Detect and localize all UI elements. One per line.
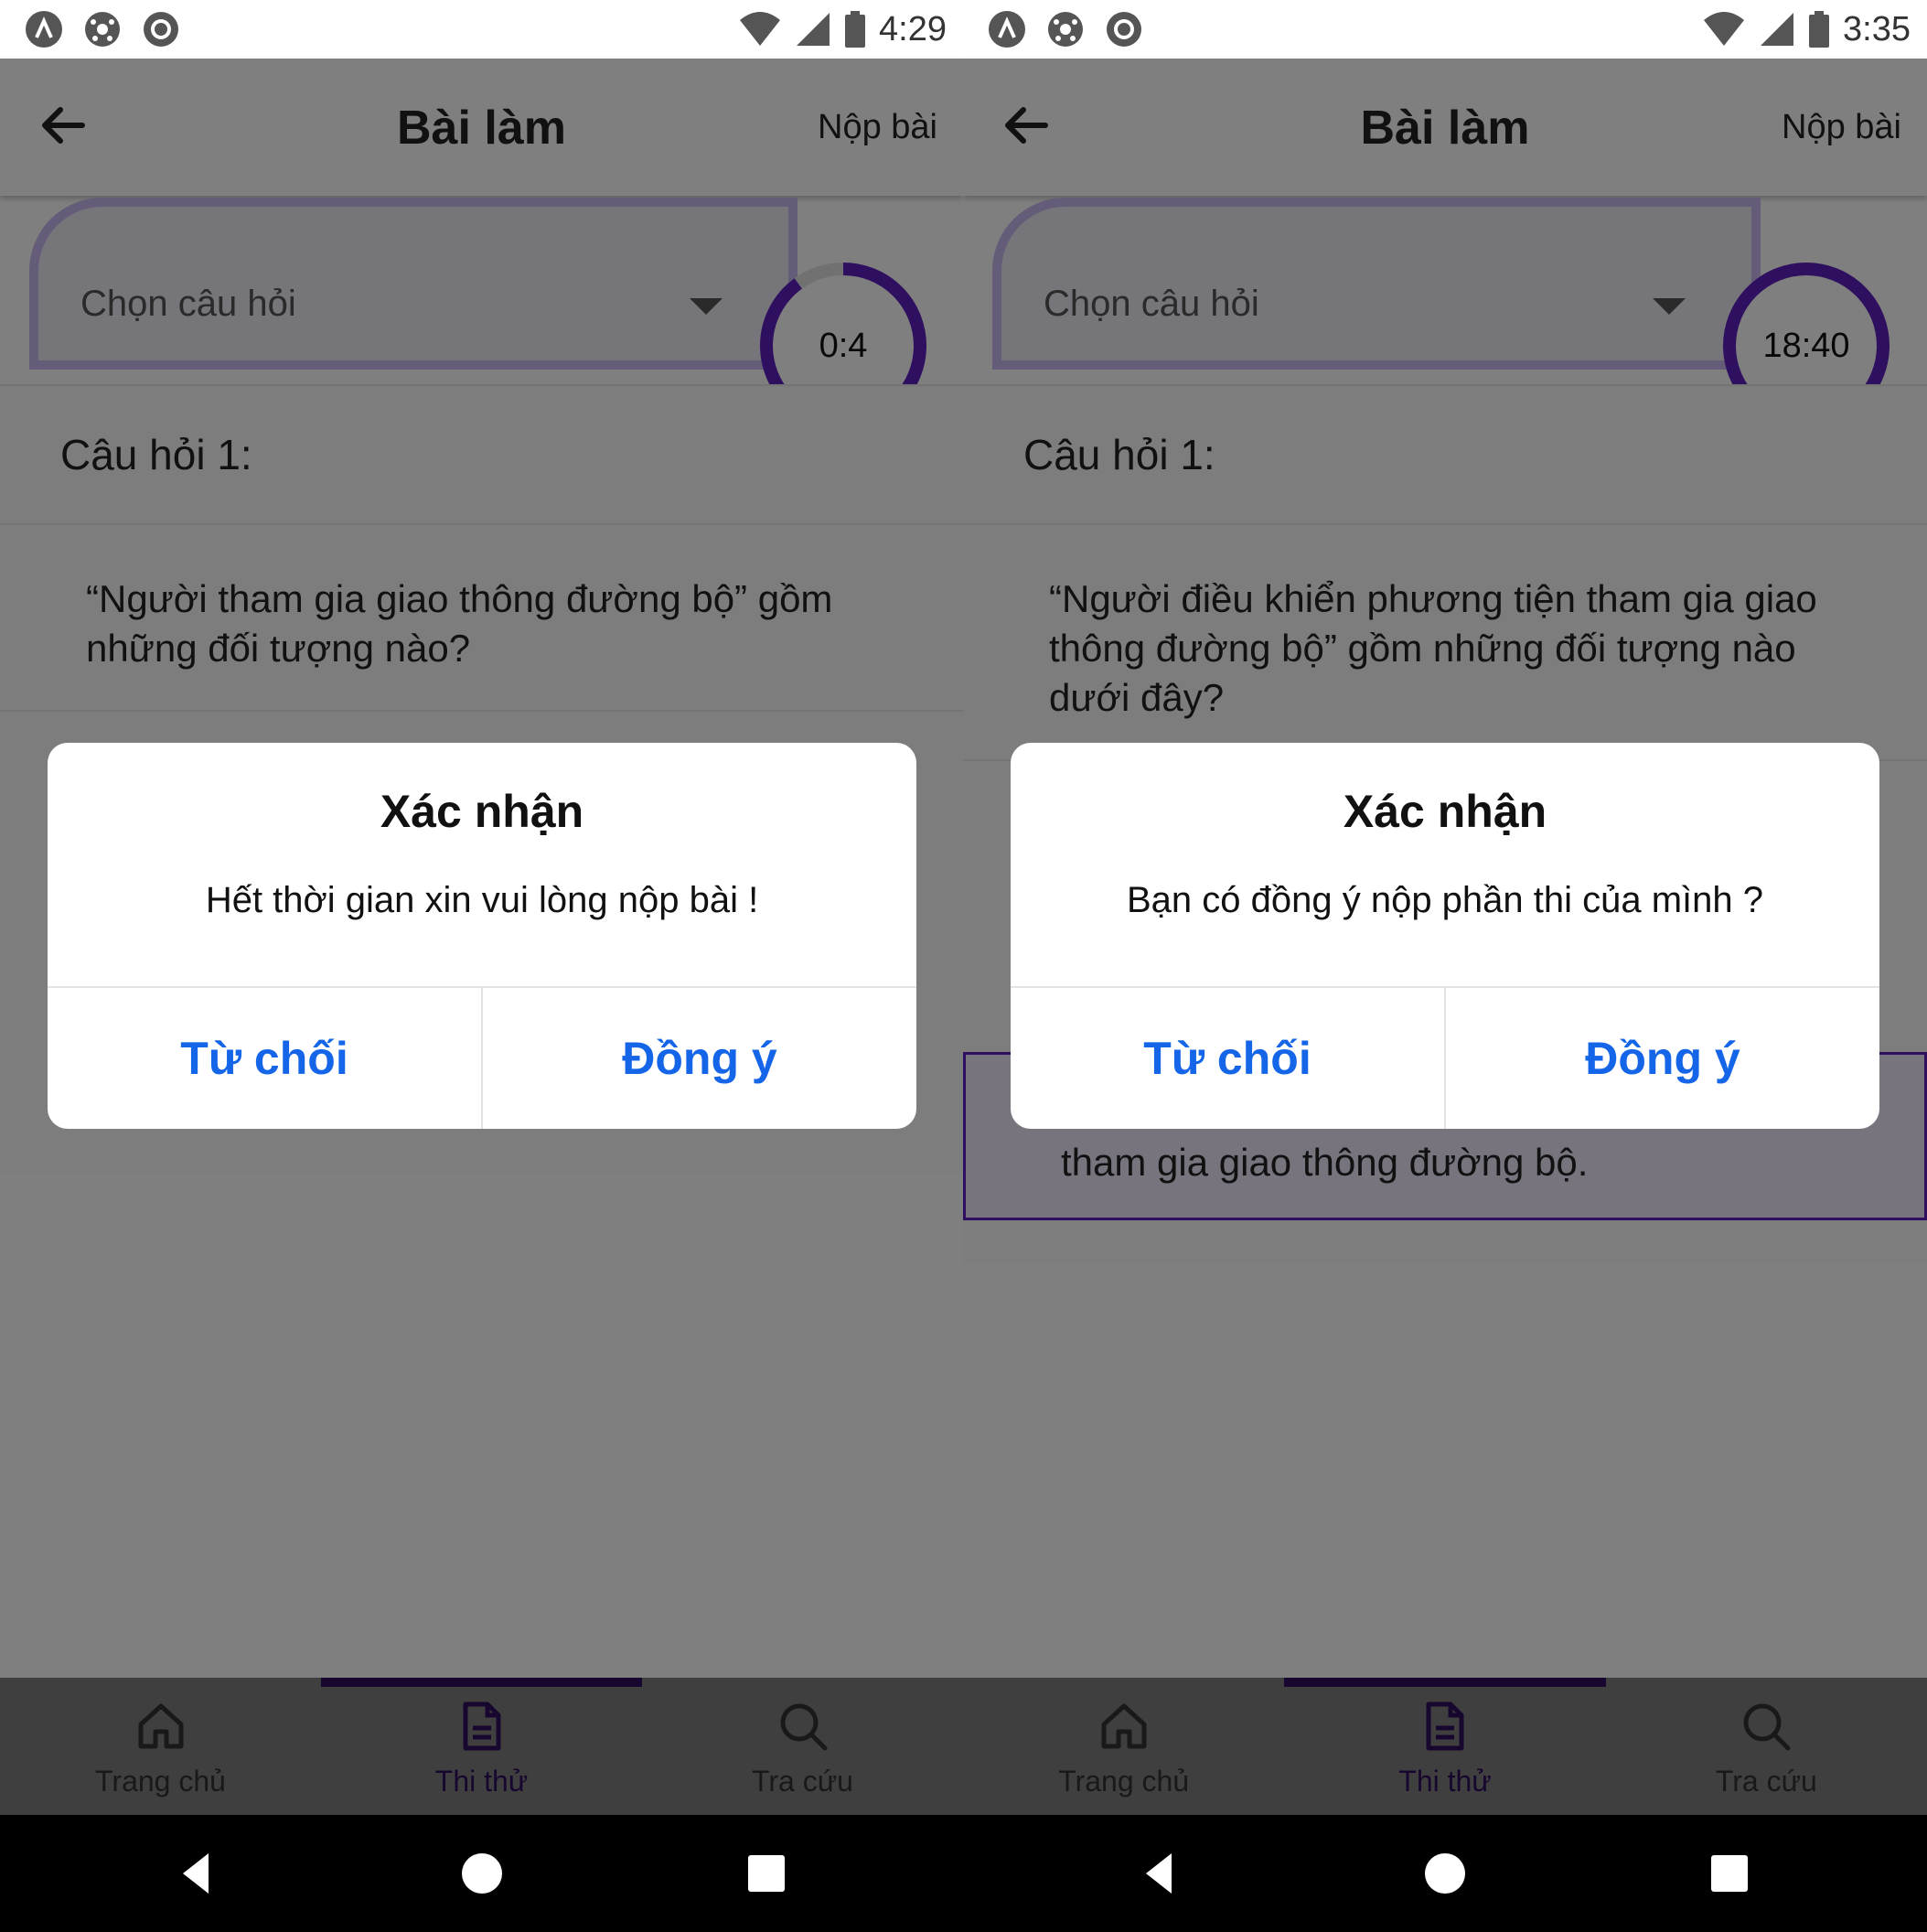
nav-home-icon[interactable] <box>1418 1846 1472 1901</box>
record-circle-icon <box>1107 12 1141 47</box>
system-nav-bar <box>0 1815 963 1932</box>
battery-icon <box>1809 11 1830 48</box>
signal-icon <box>1761 13 1794 46</box>
decline-button[interactable]: Từ chối <box>1011 988 1444 1129</box>
confirm-dialog: Xác nhận Hết thời gian xin vui lòng nộp … <box>48 743 916 1129</box>
status-bar: 4:29 <box>0 0 963 59</box>
phone-screen-right: 3:35 Bài làm Nộp bài Chọn câu hỏi <box>963 0 1927 1932</box>
nav-recents-icon[interactable] <box>1702 1846 1757 1901</box>
system-nav-bar <box>963 1815 1927 1932</box>
react-native-icon <box>989 11 1025 48</box>
nav-recents-icon[interactable] <box>739 1846 794 1901</box>
status-time: 3:35 <box>1843 9 1911 48</box>
nav-back-icon[interactable] <box>1133 1846 1188 1901</box>
phone-screen-left: 4:29 Bài làm Nộp bài Chọn câu hỏi <box>0 0 963 1932</box>
dialog-actions: Từ chối Đồng ý <box>48 986 916 1129</box>
status-bar: 3:35 <box>963 0 1927 59</box>
status-time: 4:29 <box>879 9 947 48</box>
dialog-message: Hết thời gian xin vui lòng nộp bài ! <box>205 880 759 920</box>
battery-icon <box>845 11 866 48</box>
nav-back-icon[interactable] <box>170 1846 225 1901</box>
nav-home-icon[interactable] <box>455 1846 509 1901</box>
soccer-ball-icon <box>1048 12 1083 47</box>
wifi-icon <box>740 12 781 46</box>
wifi-icon <box>1704 12 1745 46</box>
dialog-title: Xác nhận <box>1343 786 1547 837</box>
dialog-actions: Từ chối Đồng ý <box>1011 986 1879 1129</box>
confirm-dialog: Xác nhận Bạn có đồng ý nộp phần thi của … <box>1011 743 1879 1129</box>
record-circle-icon <box>144 12 178 47</box>
accept-button[interactable]: Đồng ý <box>481 988 916 1129</box>
react-native-icon <box>26 11 62 48</box>
dialog-message: Bạn có đồng ý nộp phần thi của mình ? <box>1126 880 1764 920</box>
signal-icon <box>797 13 830 46</box>
soccer-ball-icon <box>85 12 120 47</box>
decline-button[interactable]: Từ chối <box>48 988 481 1129</box>
accept-button[interactable]: Đồng ý <box>1444 988 1879 1129</box>
dialog-title: Xác nhận <box>380 786 584 837</box>
